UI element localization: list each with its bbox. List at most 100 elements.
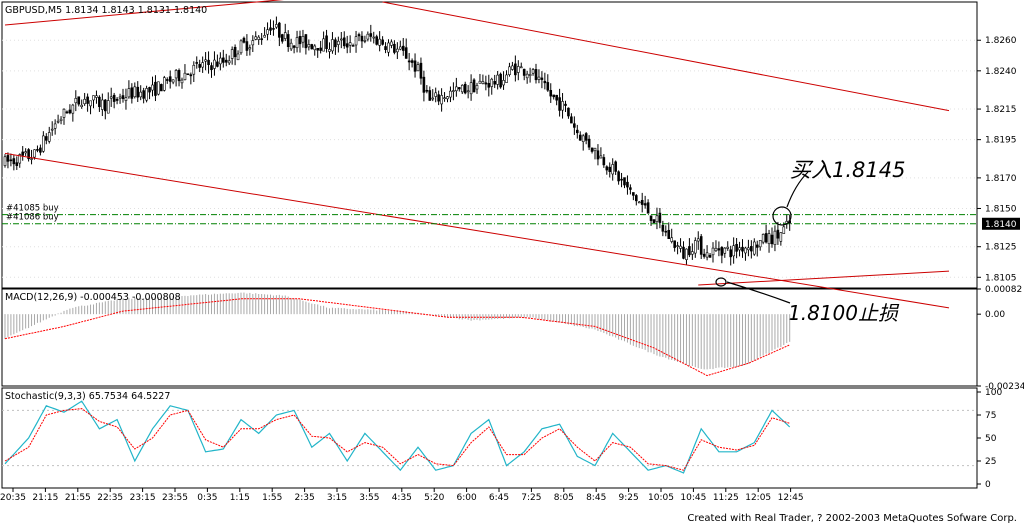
x-tick-label: 10:45 (680, 493, 706, 503)
candle-body (219, 57, 222, 65)
candle-body (416, 64, 420, 72)
candle-body (404, 47, 408, 59)
candle-body (519, 66, 523, 69)
candle-body (112, 94, 116, 102)
candle-body (171, 79, 175, 83)
candle-body (469, 82, 473, 95)
candle-body (142, 90, 145, 99)
x-tick-label: 0:35 (197, 493, 217, 503)
candle-body (540, 77, 544, 80)
candle-body (455, 86, 458, 92)
price-header: GBPUSD,M5 1.8134 1.8143 1.8131 1.8140 (5, 5, 207, 16)
candle-body (42, 135, 45, 152)
candle-body (440, 95, 443, 105)
candle-body (298, 35, 302, 45)
candle-body (407, 60, 411, 63)
candle-body (422, 76, 426, 93)
candle-body (546, 82, 550, 91)
stoch-tick-label: 25 (985, 457, 996, 467)
candle-body (77, 96, 81, 105)
candle-body (699, 236, 703, 255)
candle-body (505, 74, 508, 83)
candle-body (275, 24, 278, 28)
candle-body (575, 129, 579, 134)
candle-body (89, 100, 92, 107)
candle-body (735, 243, 738, 252)
candle-body (752, 241, 756, 255)
order-label-2: #41086 buy (6, 213, 59, 223)
candle-body (652, 219, 656, 224)
candle-body (334, 39, 337, 48)
candle-body (189, 74, 193, 77)
candle-body (242, 37, 246, 43)
macd-tick-label: 0.00082 (985, 285, 1022, 295)
candle-body (304, 34, 308, 49)
x-tick-label: 23:15 (130, 493, 156, 503)
candle-body (154, 81, 157, 96)
candle-body (98, 96, 101, 108)
chart-canvas[interactable]: 1.8260 1.8240 1.8215 1.8195 1.8170 1.8150 1.81… (0, 0, 1024, 525)
candle-body (260, 38, 263, 40)
candle-body (266, 29, 269, 35)
candle-body (484, 82, 488, 85)
candle-body (345, 43, 349, 48)
candle-body (148, 87, 151, 93)
candle-body (599, 155, 603, 159)
x-tick-label: 22:35 (97, 493, 123, 503)
trading-chart-window: 1.8260 1.8240 1.8215 1.8195 1.8170 1.8150 1.81… (0, 0, 1024, 525)
candle-body (136, 86, 140, 98)
candle-body (682, 246, 685, 259)
candle-body (525, 73, 529, 79)
candle-body (755, 244, 759, 248)
candle-body (92, 95, 95, 101)
candle-body (30, 158, 33, 160)
candle-body (410, 60, 414, 63)
candle-body (342, 37, 346, 47)
candle-body (696, 238, 700, 242)
candle-body (714, 247, 718, 252)
candle-body (283, 32, 287, 39)
stochastic-pane-frame (1, 387, 978, 489)
candle-body (564, 103, 567, 106)
candle-body (6, 155, 10, 162)
candle-body (614, 161, 617, 172)
candle-body (549, 90, 553, 97)
candle-body (481, 81, 485, 84)
candle-body (207, 59, 210, 65)
macd-tick-label: 0.00 (985, 310, 1005, 320)
candle-body (118, 96, 122, 99)
candle-body (80, 104, 83, 108)
candle-body (632, 192, 635, 196)
price-tick-label: 1.8125 (985, 243, 1017, 253)
candle-body (776, 229, 780, 239)
candle-body (413, 60, 417, 72)
x-tick-label: 8:05 (554, 493, 574, 503)
candle-body (401, 45, 405, 51)
candle-body (133, 86, 137, 98)
candle-body (581, 135, 585, 142)
candle-body (278, 22, 281, 38)
candle-body (670, 237, 674, 242)
candle-body (425, 89, 429, 92)
x-tick-label: 12:45 (778, 493, 804, 503)
candle-body (490, 78, 494, 87)
x-tick-label: 20:35 (0, 493, 26, 503)
candle-body (634, 195, 638, 202)
candle-body (372, 36, 376, 39)
candle-body (180, 79, 184, 84)
x-tick-label: 12:05 (745, 493, 771, 503)
candle-body (688, 246, 691, 256)
candle-body (596, 150, 600, 160)
candle-body (446, 96, 449, 100)
candle-body (617, 171, 620, 182)
candle-body (15, 162, 19, 166)
candle-body (744, 247, 747, 254)
candle-body (661, 224, 665, 232)
price-tick-label: 1.8150 (985, 204, 1017, 214)
candle-body (9, 159, 13, 162)
candle-body (233, 46, 237, 58)
candle-body (56, 120, 60, 123)
candle-body (570, 116, 573, 124)
price-tick-label: 1.8240 (985, 67, 1017, 77)
candle-body (50, 128, 54, 131)
